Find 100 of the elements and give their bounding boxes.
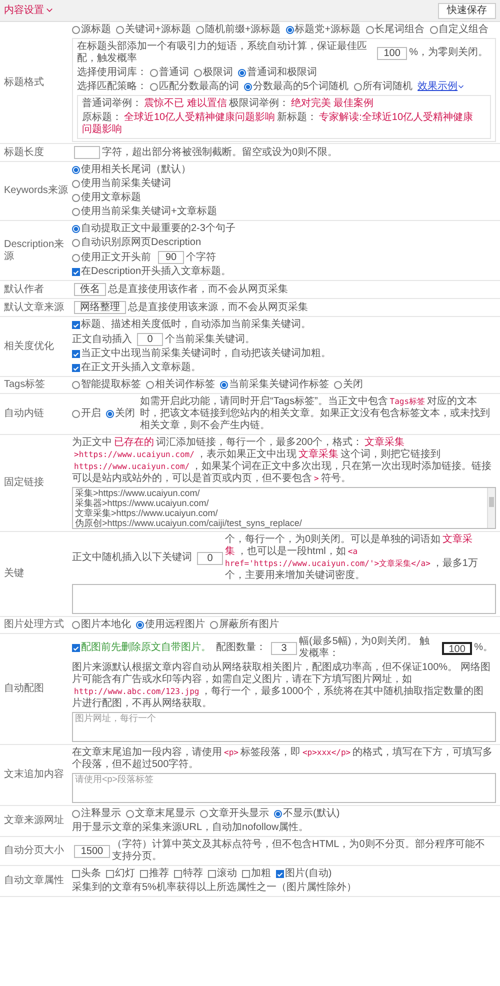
example-link[interactable]: 效果示例 [418,81,464,93]
checkbox-icon[interactable] [72,870,80,878]
radio-icon[interactable] [200,810,208,818]
save-button[interactable]: 快速保存 [438,2,496,18]
radio-icon[interactable] [72,180,80,188]
radio-icon[interactable] [210,621,218,629]
input-field[interactable]: 90 [158,251,184,264]
radio-icon[interactable] [72,410,80,418]
radio-option[interactable]: 关闭 [334,379,363,391]
radio-option[interactable]: 屏蔽所有图片 [210,619,279,631]
radio-icon[interactable] [116,26,124,34]
radio-option[interactable]: 关闭 [106,408,135,420]
checkbox-option[interactable]: 标题、描述相关度低时，自动添加当前采集关键词。 [72,319,311,331]
radio-option[interactable]: 极限词 [194,67,233,79]
radio-icon[interactable] [274,810,282,818]
radio-icon[interactable] [72,239,80,247]
radio-option[interactable]: 普通词 [150,67,189,79]
checkbox-option[interactable]: 在正文开头插入文章标题。 [72,362,201,374]
radio-option[interactable]: 使用当前采集关键词+文章标题 [72,206,217,218]
radio-icon[interactable] [72,621,80,629]
radio-icon[interactable] [106,410,114,418]
radio-icon[interactable] [72,194,80,202]
checkbox-icon[interactable] [174,870,182,878]
input-field[interactable]: 100 [442,642,472,654]
radio-option[interactable]: 关键词+源标题 [116,24,191,36]
radio-option[interactable]: 使用文章标题 [72,192,141,204]
checkbox-icon[interactable] [72,350,80,358]
input-field[interactable]: 100 [377,46,408,60]
scrollbar[interactable] [487,488,495,528]
radio-icon[interactable] [150,69,158,77]
radio-option[interactable]: 文章开头显示 [200,808,269,820]
radio-icon[interactable] [286,26,294,34]
input-field[interactable]: 0 [137,333,163,346]
checkbox-icon[interactable] [208,870,216,878]
radio-option[interactable]: 普通词和极限词 [238,67,317,79]
radio-icon[interactable] [72,810,80,818]
checkbox-option[interactable]: 幻灯 [106,868,135,880]
radio-option[interactable]: 随机前缀+源标题 [196,24,281,36]
checkbox-icon[interactable] [106,870,114,878]
text-area[interactable] [72,584,496,614]
radio-icon[interactable] [334,381,342,389]
radio-icon[interactable] [126,810,134,818]
radio-option[interactable]: 分数最高的5个词随机 [244,81,349,93]
checkbox-option[interactable]: 配图前先删除原文自带图片。 [72,642,211,654]
radio-icon[interactable] [72,254,80,262]
radio-icon[interactable] [72,26,80,34]
radio-option[interactable]: 使用远程图片 [136,619,205,631]
radio-icon[interactable] [146,381,154,389]
input-field[interactable]: 0 [197,552,223,564]
radio-option[interactable]: 图片本地化 [72,619,131,631]
radio-icon[interactable] [220,381,228,389]
radio-option[interactable]: 智能提取标签 [72,379,141,391]
input-field[interactable] [74,146,100,159]
input-field[interactable]: 网络整理 [74,301,126,314]
radio-icon[interactable] [244,83,252,91]
radio-icon[interactable] [238,69,246,77]
radio-option[interactable]: 自定义组合 [430,24,489,36]
checkbox-icon[interactable] [72,321,80,329]
checkbox-option[interactable]: 特荐 [174,868,203,880]
checkbox-option[interactable]: 推荐 [140,868,169,880]
radio-option[interactable]: 源标题 [72,24,111,36]
radio-option[interactable]: 长尾词组合 [366,24,425,36]
radio-option[interactable]: 使用正文开头前 [72,252,151,264]
checkbox-icon[interactable] [72,364,80,372]
checkbox-icon[interactable] [242,870,250,878]
checkbox-icon[interactable] [140,870,148,878]
input-field[interactable]: 3 [271,642,297,654]
text-area[interactable]: 采集>https://www.ucaiyun.com/ 采集器>https://www.ucaiyun.com/ 文章采集>https://www.ucaiyun.com/ 伪原创>https://www.ucaiyun.com/caiji/test_syns_replace/ [72,487,496,529]
radio-icon[interactable] [136,621,144,629]
radio-option[interactable]: 注释显示 [72,808,121,820]
checkbox-icon[interactable] [72,268,80,276]
radio-icon[interactable] [72,381,80,389]
checkbox-option[interactable]: 当正文中出现当前采集关键词时，自动把该关键词加粗。 [72,348,331,360]
radio-option[interactable]: 匹配分数最高的词 [150,81,239,93]
radio-option[interactable]: 当前采集关键词作标签 [220,379,329,391]
radio-icon[interactable] [354,83,362,91]
checkbox-option[interactable]: 在Description开头插入文章标题。 [72,266,232,278]
radio-option[interactable]: 所有词随机 [354,81,413,93]
checkbox-option[interactable]: 头条 [72,868,101,880]
radio-icon[interactable] [72,208,80,216]
radio-option[interactable]: 文章末尾显示 [126,808,195,820]
radio-icon[interactable] [72,225,80,233]
radio-icon[interactable] [150,83,158,91]
section-title[interactable]: 内容设置 [4,4,44,16]
radio-option[interactable]: 相关词作标签 [146,379,215,391]
checkbox-option[interactable]: 加粗 [242,868,271,880]
radio-option[interactable]: 标题党+源标题 [286,24,361,36]
radio-option[interactable]: 使用相关长尾词（默认） [72,164,191,176]
radio-icon[interactable] [194,69,202,77]
radio-icon[interactable] [72,166,80,174]
radio-option[interactable]: 使用当前采集关键词 [72,178,171,190]
checkbox-option[interactable]: 滚动 [208,868,237,880]
radio-option[interactable]: 不显示(默认) [274,808,340,820]
input-field[interactable]: 佚名 [74,283,106,296]
input-field[interactable]: 1500 [74,844,110,858]
checkbox-option[interactable]: 图片(自动) [276,868,332,880]
radio-option[interactable]: 自动识别原网页Description [72,237,202,249]
checkbox-icon[interactable] [72,644,80,652]
radio-option[interactable]: 开启 [72,408,101,420]
checkbox-icon[interactable] [276,870,284,878]
